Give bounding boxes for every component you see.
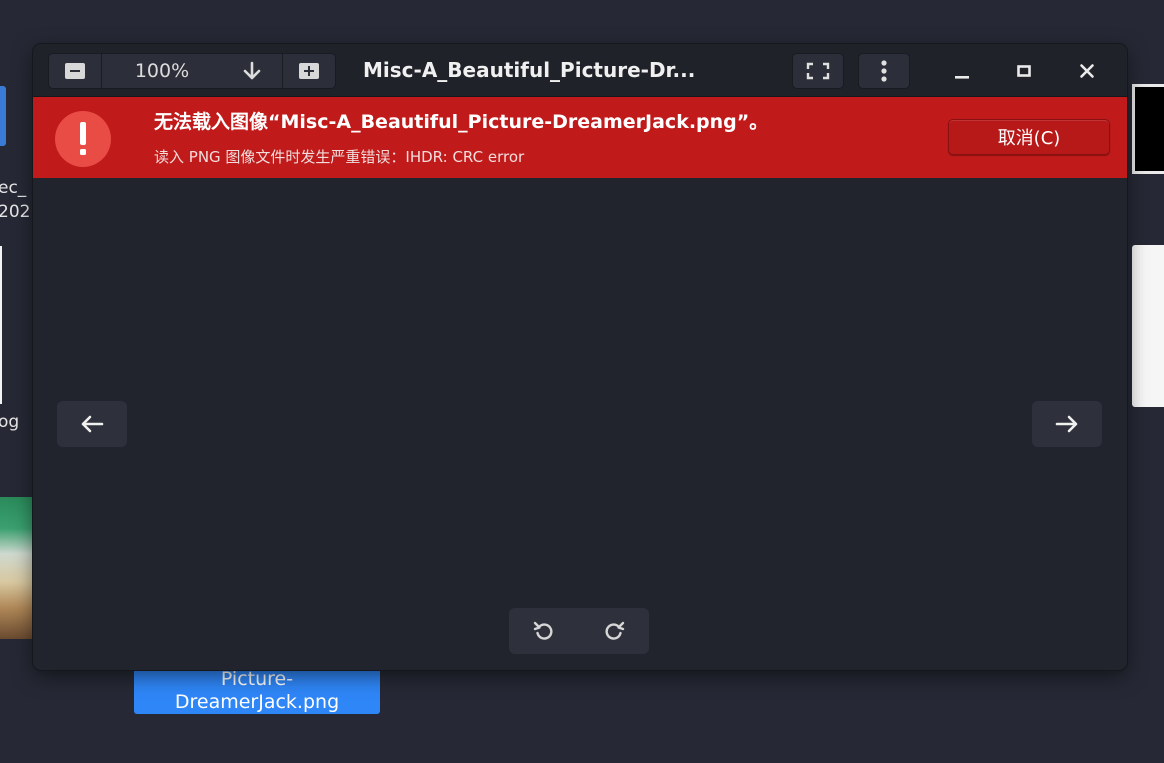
arrow-right-icon — [1055, 415, 1078, 433]
fullscreen-icon — [806, 62, 830, 80]
desktop-file-thumbnail[interactable] — [1132, 84, 1164, 174]
rotate-controls — [509, 608, 649, 654]
zoom-out-icon — [65, 63, 85, 79]
desktop-file-label[interactable]: ec_ — [0, 178, 26, 198]
selected-file-label-line: Picture- — [220, 668, 294, 690]
desktop-file-label[interactable]: 202 — [0, 202, 30, 222]
maximize-button[interactable] — [1011, 58, 1037, 84]
rotate-counterclockwise-icon — [533, 621, 553, 640]
desktop-file-thumbnail[interactable] — [1132, 245, 1164, 407]
selected-file-label-line: DreamerJack.png — [174, 691, 340, 713]
rotate-clockwise-icon — [605, 621, 625, 640]
zoom-controls: 100% — [48, 53, 336, 89]
close-button[interactable] — [1074, 58, 1100, 84]
maximize-icon — [1017, 65, 1031, 77]
rotate-right-button[interactable] — [579, 608, 649, 654]
desktop-file-thumbnail[interactable] — [0, 246, 2, 404]
kebab-menu-icon — [881, 60, 887, 82]
error-info-bar: 无法载入图像“Misc-A_Beautiful_Picture-DreamerJ… — [33, 97, 1127, 178]
minimize-button[interactable] — [949, 58, 975, 84]
arrow-left-icon — [81, 415, 104, 433]
desktop: ec_ 202 og Picture- DreamerJack.png 100% — [0, 0, 1164, 763]
fullscreen-button[interactable] — [792, 53, 844, 89]
desktop-image-thumbnail[interactable] — [0, 497, 32, 639]
close-icon — [1080, 64, 1094, 78]
zoom-in-button[interactable] — [282, 54, 335, 88]
header-bar: 100% Misc-A_Beautiful_Picture-Dr... — [33, 44, 1127, 97]
image-viewer-window: 100% Misc-A_Beautiful_Picture-Dr... 无法载入… — [33, 44, 1127, 670]
previous-image-button[interactable] — [57, 401, 127, 447]
zoom-options-button[interactable] — [222, 54, 282, 88]
menu-button[interactable] — [858, 53, 910, 89]
desktop-file-label[interactable]: og — [0, 412, 19, 432]
window-title: Misc-A_Beautiful_Picture-Dr... — [363, 58, 696, 82]
zoom-in-icon — [299, 63, 319, 79]
error-title: 无法载入图像“Misc-A_Beautiful_Picture-DreamerJ… — [154, 111, 769, 133]
error-detail: 读入 PNG 图像文件时发生严重错误：IHDR: CRC error — [154, 148, 525, 166]
next-image-button[interactable] — [1032, 401, 1102, 447]
desktop-file-icon[interactable] — [0, 86, 6, 146]
rotate-left-button[interactable] — [509, 608, 579, 654]
selected-file-label[interactable]: Picture- DreamerJack.png — [134, 668, 380, 714]
minimize-icon — [955, 76, 969, 79]
cancel-button[interactable]: 取消(C) — [948, 119, 1110, 155]
error-exclamation-icon — [55, 111, 111, 167]
arrow-down-icon — [243, 61, 261, 80]
zoom-out-button[interactable] — [49, 54, 101, 88]
zoom-level[interactable]: 100% — [101, 54, 222, 88]
